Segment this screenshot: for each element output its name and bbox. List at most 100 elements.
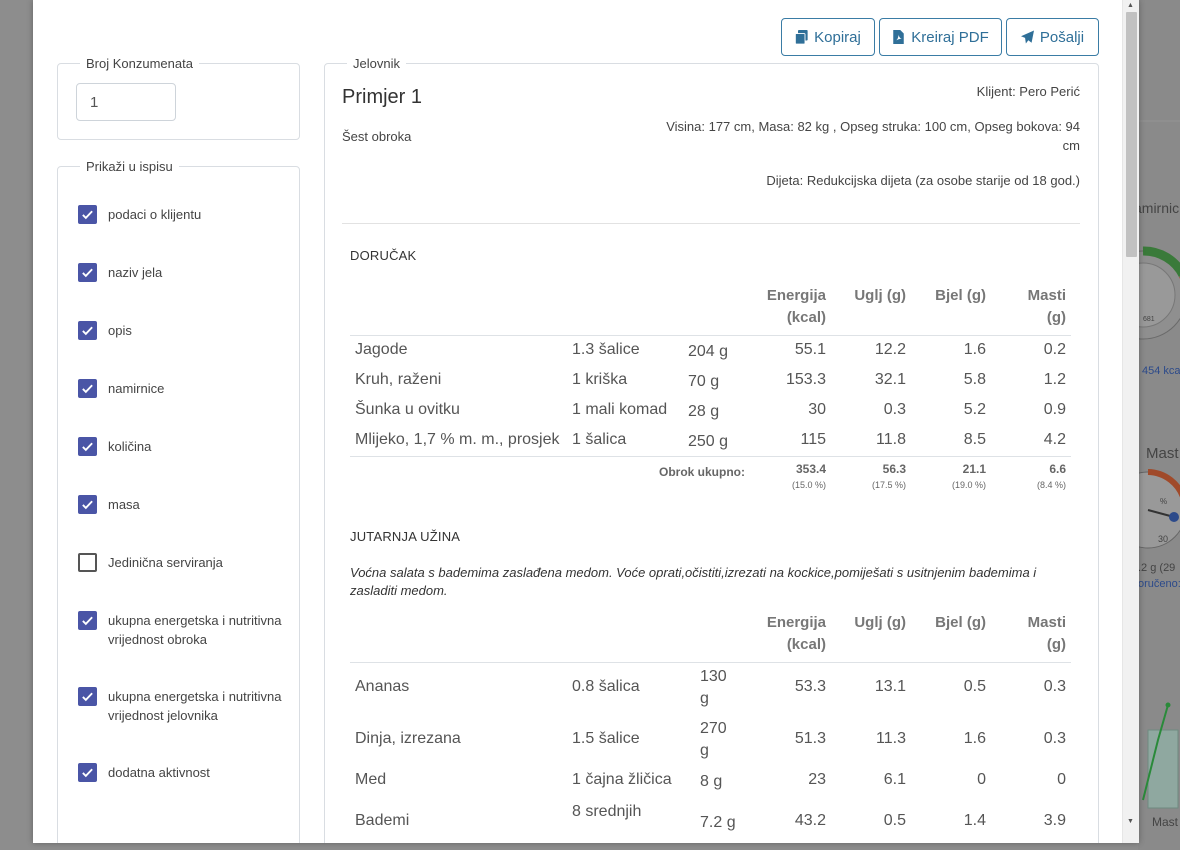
cell-qty: 1 kriška [572,371,628,388]
checkbox-checked[interactable] [78,495,97,514]
print-preview-modal: Kopiraj Kreiraj PDF Pošalji Broj Konzume… [33,0,1139,843]
checkbox-checked[interactable] [78,379,97,398]
table-header-morning-snack: Energija (kcal) Uglj (g) Bjel (g) Masti … [350,612,1071,663]
checkbox-checked[interactable] [78,763,97,782]
total-energy-pct: (15.0 %) [791,480,826,490]
client-measures: Visina: 177 cm, Masa: 82 kg , Opseg stru… [666,119,1080,153]
divider [342,223,1080,224]
print-option-label: masa [108,497,140,512]
print-option-row[interactable]: namirnice [78,379,283,398]
scroll-down-icon[interactable]: ▼ [1127,818,1134,825]
cell-mass: 28 g [688,403,720,420]
cell-protein: 1.6 [963,730,986,747]
total-divider [350,456,1071,457]
scrollbar-thumb[interactable] [1126,12,1137,257]
checkbox-checked[interactable] [78,263,97,282]
cell-food: Ananas [355,678,410,695]
paper-plane-icon [1020,30,1034,44]
meal-title-morning-snack: JUTARNJA UŽINA [350,529,461,544]
cell-mass: 130 g [700,668,727,707]
meal-total-label: Obrok ukupno: [659,465,745,479]
print-option-row[interactable]: opis [78,321,283,340]
cell-energy: 53.3 [794,678,826,695]
cell-fat: 0.3 [1043,678,1066,695]
cell-energy: 55.1 [794,341,826,358]
cell-mass: 204 g [688,343,729,360]
cell-qty: 1 čajna žličica [572,771,672,788]
cell-carb: 11.3 [876,730,906,747]
consumers-input[interactable]: 1 [76,83,176,121]
cell-mass: 70 g [688,373,720,390]
checkbox-checked[interactable] [78,205,97,224]
check-icon [82,384,93,394]
print-option-row[interactable]: količina [78,437,283,456]
file-pdf-icon [893,30,904,44]
cell-food: Med [355,771,387,788]
col-protein: Bjel (g) [935,287,986,304]
cell-carb: 0.3 [883,401,906,418]
background-right-strip: amirnic 681 454 kca Mast % 30 .2 g (29 o… [1138,0,1180,850]
cell-mass: 7.2 g [700,814,736,831]
check-icon [82,442,93,452]
scroll-up-icon[interactable]: ▲ [1127,2,1134,9]
cell-mass: 250 g [688,433,729,450]
print-option-label: podaci o klijentu [108,207,202,222]
cell-qty: 1.5 šalice [572,730,640,747]
checkbox-checked[interactable] [78,611,97,630]
bg-label-masti: Mast [1146,445,1179,462]
cell-fat: 0.3 [1043,730,1066,747]
col-energy: Energija (kcal) [766,614,826,653]
col-protein: Bjel (g) [935,614,986,631]
print-option-label: opis [108,323,132,338]
check-icon [82,268,93,278]
bg-gauge-icon [1138,246,1180,340]
cell-protein: 0 [977,771,986,788]
print-option-row[interactable]: Jedinična serviranja [78,553,283,572]
copy-button[interactable]: Kopiraj [781,18,875,56]
print-option-row[interactable]: ukupna energetska i nutritivna vrijednos… [78,687,283,725]
total-fat: 6.6 [1049,462,1066,476]
total-fat-pct: (8.4 %) [1036,480,1066,490]
cell-energy: 51.3 [794,730,826,747]
print-options-legend: Prikaži u ispisu [86,159,173,174]
cell-protein: 1.6 [963,341,986,358]
table-header-breakfast: Energija (kcal) Uglj (g) Bjel (g) Masti … [350,285,1071,336]
bg-kcal-link: 454 kca [1142,365,1180,377]
cell-protein: 5.8 [963,371,986,388]
cell-carb: 32.1 [874,371,906,388]
col-fat: Masti (g) [1027,614,1066,653]
print-option-row[interactable]: dodatna aktivnost [78,763,283,782]
print-option-row[interactable]: podaci o klijentu [78,205,283,224]
cell-protein: 1.4 [963,812,986,829]
create-pdf-button[interactable]: Kreiraj PDF [879,18,1002,56]
modal-scrollbar[interactable]: ▲ ▼ [1122,0,1139,843]
checkbox-unchecked[interactable] [78,553,97,572]
table-row: Šunka u ovitku 1 mali komad 28 g 30 0.3 5.2 0.… [350,400,1071,430]
client-diet: Dijeta: Redukcijska dijeta (za osobe sta… [766,173,1080,188]
print-option-label: namirnice [108,381,165,396]
cell-energy: 153.3 [785,371,826,388]
cell-qty: 1.3 šalice [572,341,640,358]
print-option-row[interactable]: masa [78,495,283,514]
check-icon [82,616,93,626]
checkbox-checked[interactable] [78,321,97,340]
checkbox-checked[interactable] [78,687,97,706]
check-icon [82,692,93,702]
cell-energy: 43.2 [794,812,826,829]
cell-fat: 1.2 [1043,371,1066,388]
table-row: Med 1 čajna žličica 8 g 23 6.1 0 0 [350,770,1071,800]
table-row: Ananas 0.8 šalica 130 g 53.3 13.1 0.5 0.3 [350,666,1071,718]
cell-fat: 0.9 [1043,401,1066,418]
total-carb: 56.3 [882,462,906,476]
bg-label-namirnice: amirnic [1138,200,1180,216]
check-icon [82,768,93,778]
total-energy: 353.4 [795,462,826,476]
cell-protein: 0.5 [963,678,986,695]
cell-qty: 8 srednjih [572,803,642,820]
cell-food: Šunka u ovitku [355,401,460,418]
print-option-label: ukupna energetska i nutritivna vrijednos… [108,689,282,723]
print-option-row[interactable]: naziv jela [78,263,283,282]
print-option-row[interactable]: ukupna energetska i nutritivna vrijednos… [78,611,283,649]
send-button[interactable]: Pošalji [1006,18,1099,56]
checkbox-checked[interactable] [78,437,97,456]
